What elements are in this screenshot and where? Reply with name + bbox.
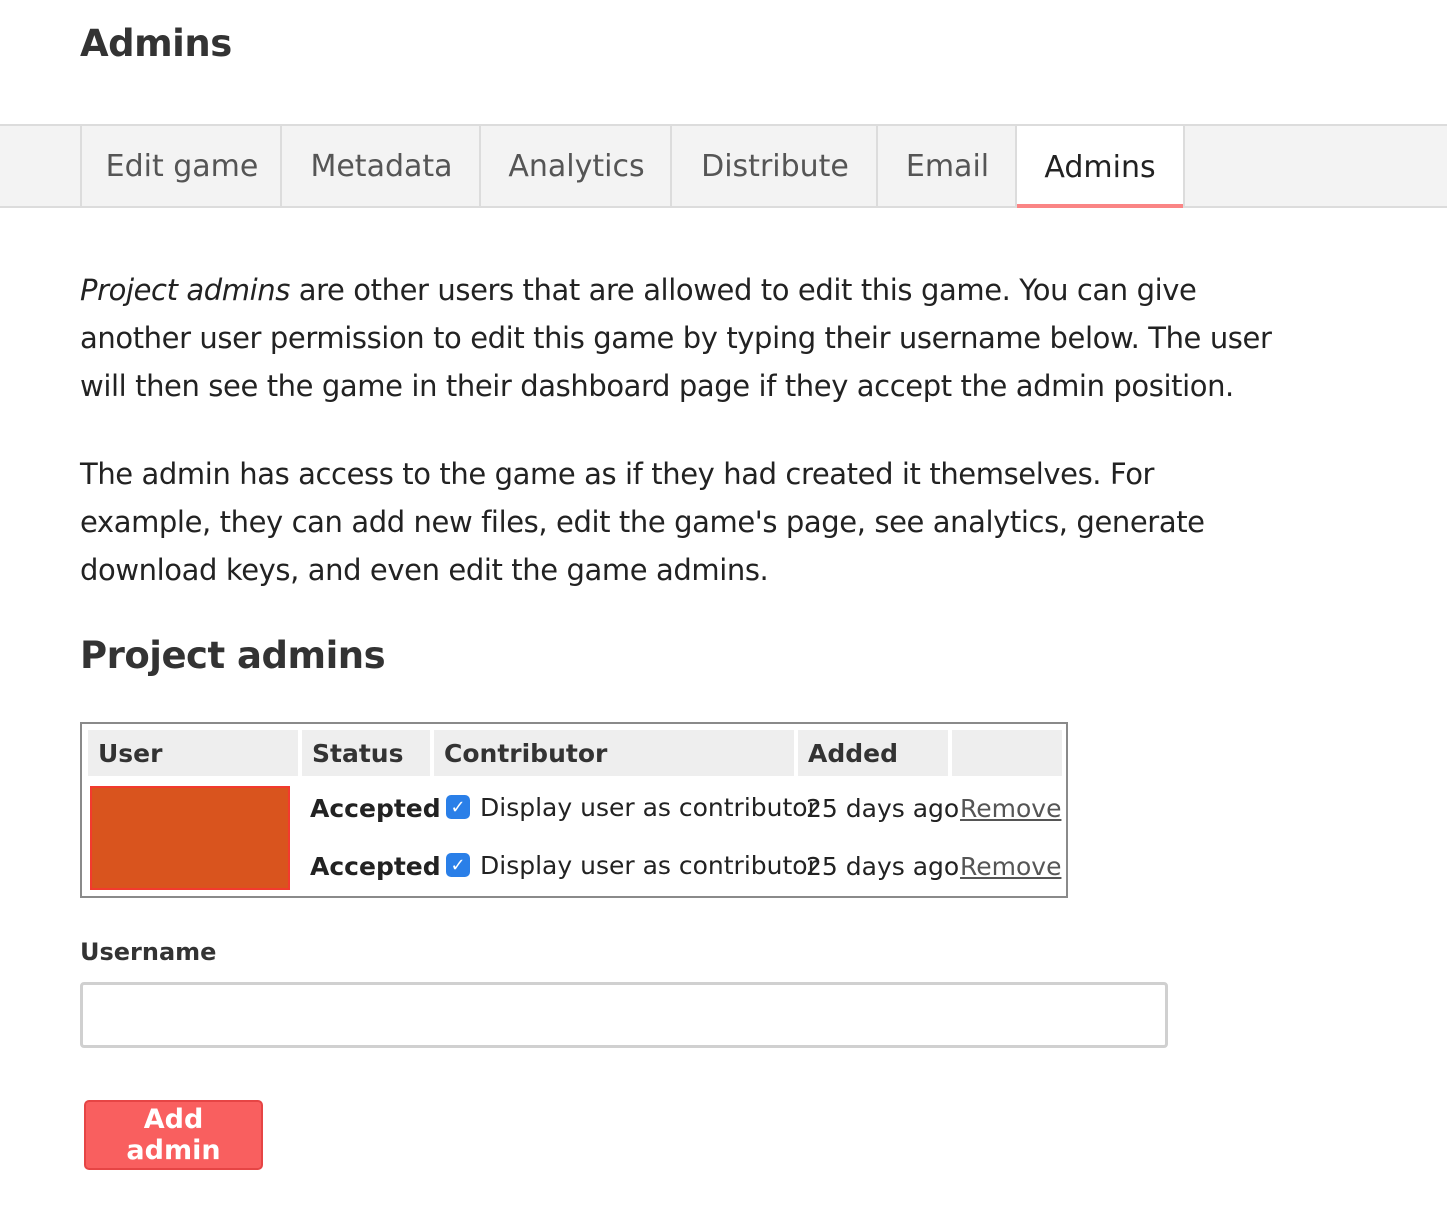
section-title: Project admins xyxy=(80,634,386,677)
header-status: Status xyxy=(302,730,430,776)
checkmark-icon[interactable]: ✓ xyxy=(446,853,470,877)
tab-admins[interactable]: Admins xyxy=(1015,126,1185,208)
checkmark-icon[interactable]: ✓ xyxy=(446,795,470,819)
tab-metadata[interactable]: Metadata xyxy=(280,126,481,206)
intro-emphasis: Project admins xyxy=(80,273,290,307)
row-1-contributor-label: Display user as contributor xyxy=(480,792,818,822)
header-contributor: Contributor xyxy=(434,730,794,776)
row-2-remove-link[interactable]: Remove xyxy=(960,848,1061,884)
row-2-contributor: ✓ Display user as contributor xyxy=(446,847,818,883)
row-1-added: 25 days ago xyxy=(806,793,960,823)
row-1-contributor: ✓ Display user as contributor xyxy=(446,789,818,825)
header-actions xyxy=(952,730,1062,776)
tab-distribute[interactable]: Distribute xyxy=(670,126,878,206)
username-label: Username xyxy=(80,938,217,966)
tab-analytics[interactable]: Analytics xyxy=(479,126,672,206)
tab-email[interactable]: Email xyxy=(876,126,1017,206)
admins-table: User Status Contributor Added Accepted ✓… xyxy=(80,722,1068,898)
intro-paragraph-2: The admin has access to the game as if t… xyxy=(80,457,1205,587)
row-2-status: Accepted xyxy=(310,851,441,881)
row-1-remove-link[interactable]: Remove xyxy=(960,790,1061,826)
username-input[interactable] xyxy=(80,982,1168,1048)
row-2-added: 25 days ago xyxy=(806,851,960,881)
header-added: Added xyxy=(798,730,948,776)
row-1-status: Accepted xyxy=(310,793,441,823)
intro-paragraph-1: Project admins are other users that are … xyxy=(80,266,1280,410)
row-2-contributor-label: Display user as contributor xyxy=(480,850,818,880)
add-admin-button[interactable]: Add admin xyxy=(84,1100,263,1170)
page-title: Admins xyxy=(80,22,232,65)
header-user: User xyxy=(88,730,298,776)
redacted-user-block xyxy=(90,786,290,890)
tab-edit-game[interactable]: Edit game xyxy=(80,126,282,206)
tab-bar: Edit game Metadata Analytics Distribute … xyxy=(0,124,1447,208)
